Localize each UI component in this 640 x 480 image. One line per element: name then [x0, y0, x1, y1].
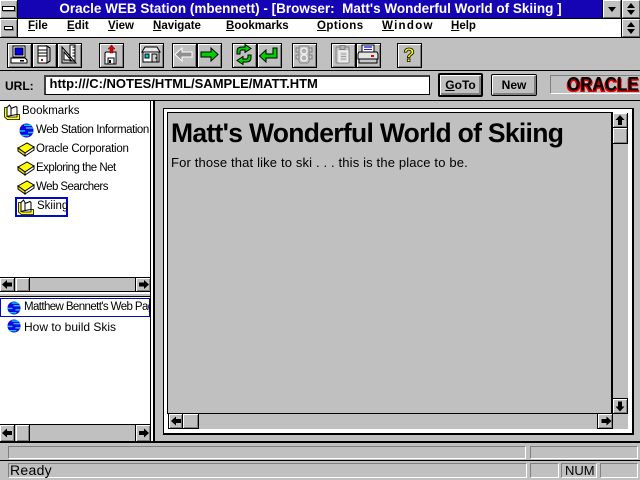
svg-text:?: ?	[403, 46, 415, 67]
